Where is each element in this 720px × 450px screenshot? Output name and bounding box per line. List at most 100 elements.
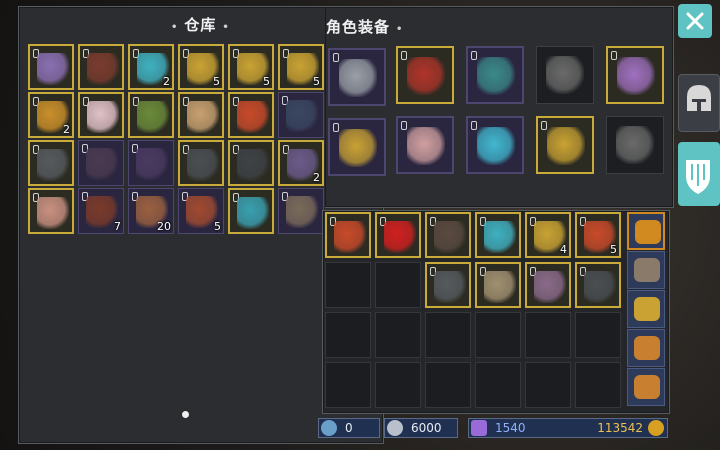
warehouse-slot[interactable]: 2 xyxy=(128,44,174,90)
equipment-slot[interactable] xyxy=(466,46,524,104)
equipment-slot[interactable] xyxy=(466,116,524,174)
item-quantity: 5 xyxy=(313,75,320,88)
backpack-slot[interactable] xyxy=(375,212,421,258)
warehouse-slot[interactable] xyxy=(78,92,124,138)
backpack-slot-empty[interactable] xyxy=(425,362,471,408)
warehouse-title-text: 仓库 xyxy=(184,16,217,34)
warehouse-slot[interactable] xyxy=(28,188,74,234)
orb-icon xyxy=(187,101,219,133)
equipment-slot[interactable] xyxy=(328,118,386,176)
backpack-slot[interactable] xyxy=(575,262,621,308)
backpack-slot[interactable] xyxy=(475,262,521,308)
backpack-slot-empty[interactable] xyxy=(475,312,521,358)
warehouse-slot[interactable]: 5 xyxy=(278,44,324,90)
backpack-slot-empty[interactable] xyxy=(575,312,621,358)
backpack-slot[interactable] xyxy=(375,262,421,308)
warehouse-slot[interactable] xyxy=(278,188,324,234)
lock-icon xyxy=(541,121,547,130)
equipment-slot[interactable] xyxy=(606,46,664,104)
warehouse-slot[interactable]: 2 xyxy=(28,92,74,138)
equipment-slot[interactable] xyxy=(396,116,454,174)
glove-icon xyxy=(407,127,445,165)
lock-icon xyxy=(471,51,477,60)
warehouse-slot[interactable] xyxy=(228,188,274,234)
backpack-slot[interactable] xyxy=(325,212,371,258)
item-quantity: 7 xyxy=(114,220,121,233)
chest-armor-icon xyxy=(407,57,445,95)
warehouse-slot[interactable] xyxy=(128,92,174,138)
leggings-icon xyxy=(187,149,219,181)
bread-icon xyxy=(634,336,660,360)
equipment-slot[interactable] xyxy=(536,116,594,174)
backpack-slot-empty[interactable] xyxy=(375,312,421,358)
armor-icon xyxy=(37,53,69,85)
warehouse-slot[interactable] xyxy=(28,140,74,186)
warehouse-slot[interactable]: 20 xyxy=(128,188,174,234)
backpack-slot[interactable] xyxy=(325,262,371,308)
warehouse-slot[interactable] xyxy=(78,44,124,90)
backpack-slot[interactable] xyxy=(525,262,571,308)
warehouse-slot[interactable] xyxy=(228,92,274,138)
backpack-slot-empty[interactable] xyxy=(375,362,421,408)
hood-icon xyxy=(136,148,168,180)
tab-equipment-helmet[interactable] xyxy=(678,74,720,132)
warehouse-slot[interactable]: 2 xyxy=(278,140,324,186)
warehouse-slot[interactable] xyxy=(78,140,124,186)
shield-icon xyxy=(686,160,710,194)
bag-slot[interactable] xyxy=(627,290,665,328)
equipment-slot[interactable] xyxy=(536,46,594,104)
backpack-slot-empty[interactable] xyxy=(475,362,521,408)
warehouse-slot[interactable] xyxy=(178,140,224,186)
axe-icon xyxy=(617,57,655,95)
equipment-slot[interactable] xyxy=(328,48,386,106)
gauntlet-icon xyxy=(37,149,69,181)
warehouse-slot[interactable]: 5 xyxy=(228,44,274,90)
equipment-title-text: 角色装备 xyxy=(326,18,391,36)
bag-slot[interactable] xyxy=(627,251,665,289)
backpack-slot-empty[interactable] xyxy=(425,312,471,358)
bag-slot[interactable] xyxy=(627,212,665,250)
warehouse-slot[interactable] xyxy=(278,92,324,138)
backpack-slot[interactable]: 4 xyxy=(525,212,571,258)
warehouse-slot[interactable]: 5 xyxy=(178,188,224,234)
bag-slot[interactable] xyxy=(627,329,665,367)
warehouse-slot[interactable]: 5 xyxy=(178,44,224,90)
warehouse-slot[interactable] xyxy=(178,92,224,138)
backpack-slot-empty[interactable] xyxy=(525,362,571,408)
backpack-slot-empty[interactable] xyxy=(325,362,371,408)
helmet-icon xyxy=(339,59,377,97)
tool-icon xyxy=(321,420,337,436)
amulet-icon xyxy=(334,221,366,253)
warehouse-slot[interactable] xyxy=(128,140,174,186)
close-icon xyxy=(686,12,704,30)
sword-icon xyxy=(286,196,318,228)
lock-icon xyxy=(401,51,407,60)
close-button[interactable] xyxy=(678,4,712,38)
boots-icon xyxy=(477,127,515,165)
chestplate-icon xyxy=(237,149,269,181)
warehouse-slot[interactable] xyxy=(228,140,274,186)
backpack-slot-empty[interactable] xyxy=(525,312,571,358)
backpack-slot[interactable] xyxy=(425,262,471,308)
gold-coin-icon xyxy=(648,420,664,436)
warehouse-slot[interactable]: 7 xyxy=(78,188,124,234)
equipment-slot[interactable] xyxy=(606,116,664,174)
item-quantity: 5 xyxy=(214,220,221,233)
creature-icon xyxy=(87,101,119,133)
silver-amount: 6000 xyxy=(411,421,442,435)
warehouse-slot[interactable] xyxy=(28,44,74,90)
backpack-slot[interactable]: 5 xyxy=(575,212,621,258)
item-quantity: 2 xyxy=(63,123,70,136)
backpack-slot[interactable] xyxy=(475,212,521,258)
backpack-slot-empty[interactable] xyxy=(325,312,371,358)
tab-equipment-shield[interactable] xyxy=(678,142,720,206)
lock-icon xyxy=(611,51,617,60)
backpack-grid: 45 xyxy=(325,212,623,408)
equipment-slot[interactable] xyxy=(396,46,454,104)
backpack-slot[interactable] xyxy=(425,212,471,258)
spiral-icon xyxy=(237,101,269,133)
backpack-slot-empty[interactable] xyxy=(575,362,621,408)
bag-slot[interactable] xyxy=(627,368,665,406)
scroll-indicator[interactable] xyxy=(182,411,189,418)
item-quantity: 20 xyxy=(157,220,171,233)
